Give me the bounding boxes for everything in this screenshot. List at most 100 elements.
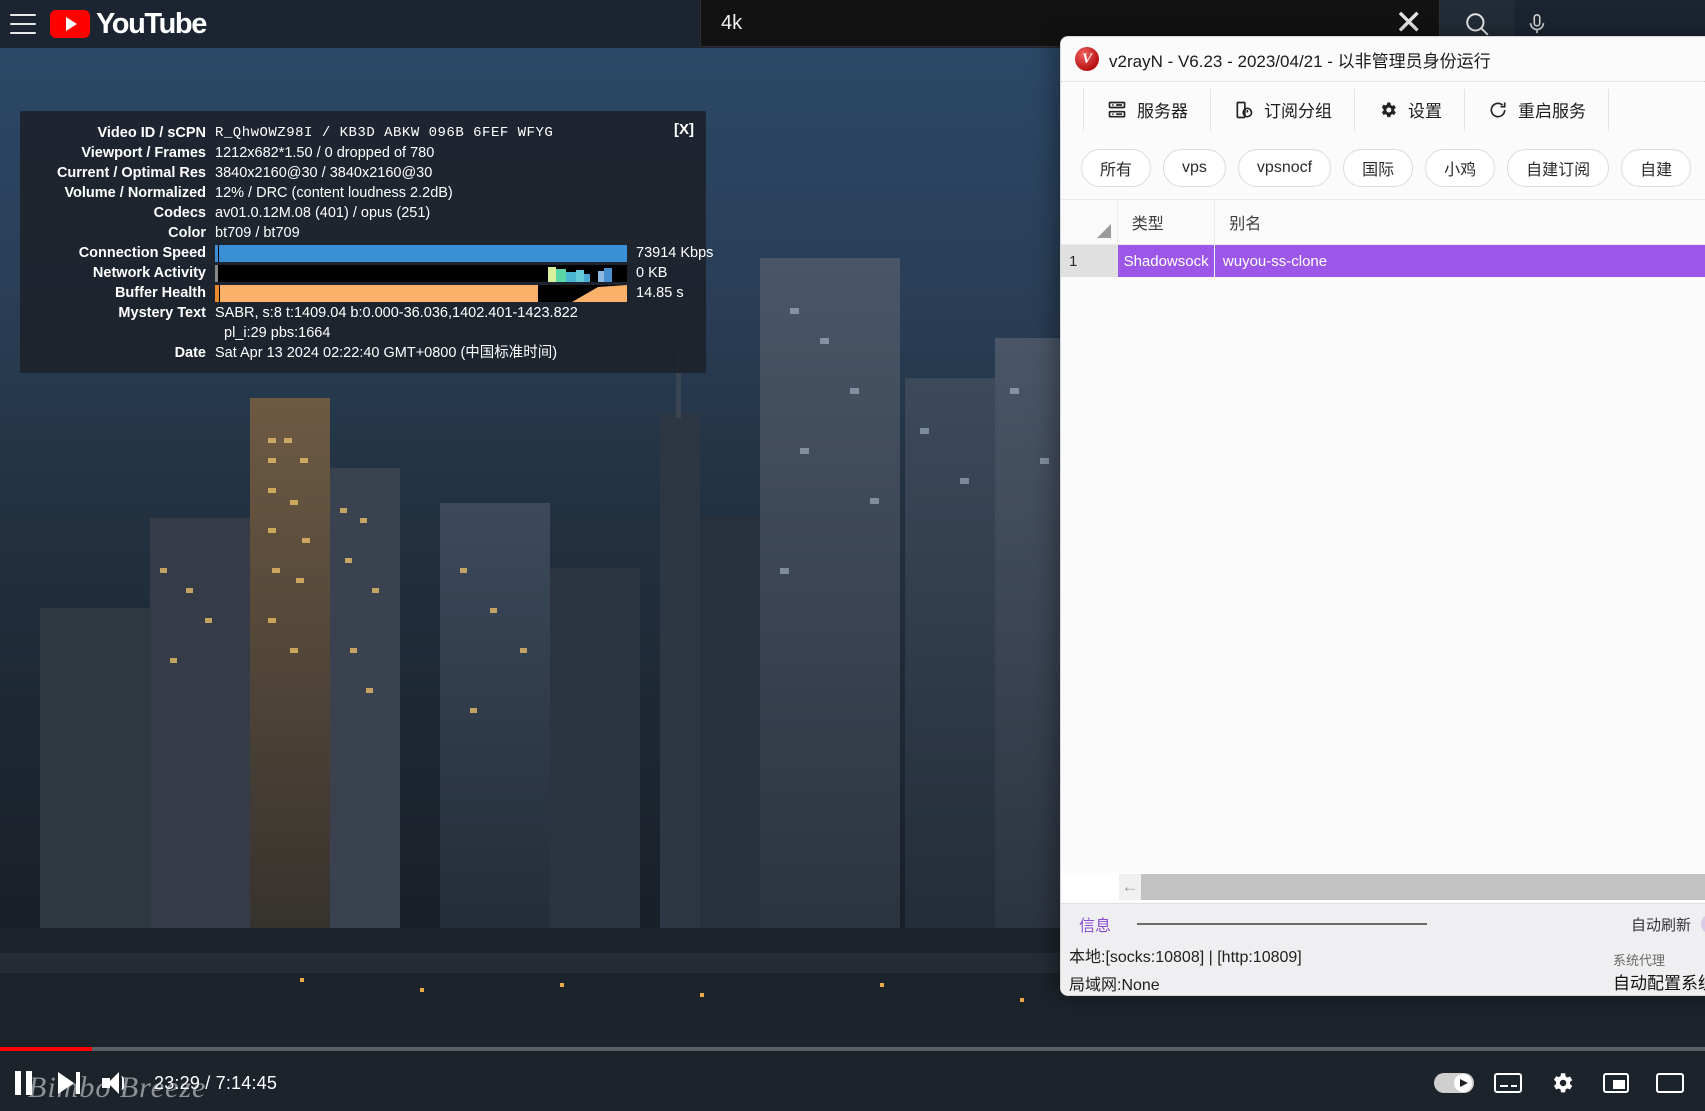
- settings-button[interactable]: [1535, 1060, 1589, 1106]
- v2rayn-logo-icon: V: [1075, 47, 1099, 71]
- miniplayer-icon: [1603, 1073, 1629, 1093]
- network-activity-graph: [215, 265, 627, 282]
- toolbar-label: 重启服务: [1518, 97, 1586, 122]
- lan-proxy-line: 局域网:None: [1061, 972, 1705, 996]
- chip-vps[interactable]: vps: [1163, 149, 1226, 187]
- stat-value: 3840x2160@30 / 3840x2160@30: [215, 163, 432, 183]
- stat-label: Viewport / Frames: [30, 143, 215, 163]
- stat-row-network-activity: Network Activity 0 KB: [30, 263, 694, 283]
- horizontal-scrollbar[interactable]: ←: [1061, 873, 1705, 901]
- hamburger-icon[interactable]: [10, 14, 36, 34]
- v2rayn-title-text: v2rayN - V6.23 - 2023/04/21 - 以非管理员身份运行: [1109, 47, 1491, 72]
- autoplay-toggle[interactable]: [1427, 1060, 1481, 1106]
- chip-international[interactable]: 国际: [1343, 149, 1413, 187]
- chip-all[interactable]: 所有: [1081, 149, 1151, 187]
- youtube-logo[interactable]: YouTube: [50, 8, 206, 41]
- player-controls: 23:29 / 7:14:45: [0, 1055, 1705, 1111]
- v2rayn-status-area: 信息 自动刷新 本地:[socks:10808] | [http:10809] …: [1061, 903, 1705, 995]
- stat-value: R_QhwOWZ98I / KB3D ABKW 096B 6FEF WFYG: [215, 123, 553, 143]
- server-table: 类型 别名 1 Shadowsock wuyou-ss-clone: [1061, 199, 1705, 277]
- chip-xiaoji[interactable]: 小鸡: [1425, 149, 1495, 187]
- column-header-index[interactable]: [1061, 200, 1118, 244]
- tab-info[interactable]: 信息: [1069, 912, 1121, 936]
- table-header-row: 类型 别名: [1061, 199, 1705, 245]
- volume-icon: [102, 1072, 128, 1094]
- toolbar-item-settings[interactable]: 设置: [1355, 89, 1465, 131]
- stat-label: Network Activity: [30, 263, 215, 283]
- row-alias: wuyou-ss-clone: [1215, 245, 1705, 277]
- connection-speed-value: 73914 Kbps: [636, 243, 713, 263]
- auto-refresh-toggle[interactable]: [1701, 914, 1705, 934]
- chip-vpsnocf[interactable]: vpsnocf: [1238, 149, 1331, 187]
- local-proxy-line: 本地:[socks:10808] | [http:10809]: [1061, 944, 1705, 972]
- search-input[interactable]: [721, 12, 1361, 35]
- stat-label: Connection Speed: [30, 243, 215, 263]
- stat-label: Color: [30, 223, 215, 243]
- autoplay-icon: [1434, 1072, 1474, 1094]
- theater-mode-icon: [1656, 1073, 1684, 1093]
- stat-row-connection-speed: Connection Speed 73914 Kbps: [30, 243, 694, 263]
- stat-value: 12% / DRC (content loudness 2.2dB): [215, 183, 453, 203]
- auto-refresh-label: 自动刷新: [1631, 914, 1691, 935]
- mystery-text-line2: pl_i:29 pbs:1664: [30, 323, 694, 343]
- search-icon: [1464, 11, 1490, 37]
- column-header-alias[interactable]: 别名: [1215, 200, 1705, 244]
- stat-value: 1212x682*1.50 / 0 dropped of 780: [215, 143, 434, 163]
- group-filter-chips: 所有 vps vpsnocf 国际 小鸡 自建订阅 自建: [1061, 137, 1705, 199]
- toolbar-item-restart-service[interactable]: 重启服务: [1465, 89, 1609, 131]
- stat-row: Codecs av01.0.12M.08 (401) / opus (251): [30, 203, 694, 223]
- chip-self-subscription[interactable]: 自建订阅: [1507, 149, 1609, 187]
- buffer-health-graph: [215, 285, 627, 302]
- toolbar-label: 订阅分组: [1264, 97, 1332, 122]
- table-row[interactable]: 1 Shadowsock wuyou-ss-clone: [1061, 245, 1705, 277]
- auto-refresh-control[interactable]: 自动刷新: [1631, 914, 1705, 935]
- theater-mode-button[interactable]: [1643, 1060, 1697, 1106]
- clear-search-icon[interactable]: ✕: [1395, 6, 1424, 40]
- player-controls-right: [1427, 1060, 1705, 1106]
- tab-underline: [1137, 923, 1427, 925]
- subtitles-icon: [1494, 1073, 1522, 1093]
- stat-row: Video ID / sCPN R_QhwOWZ98I / KB3D ABKW …: [30, 123, 694, 143]
- v2rayn-toolbar: 服务器 订阅分组 设置 重启服务: [1061, 81, 1705, 137]
- stat-value: av01.0.12M.08 (401) / opus (251): [215, 203, 430, 223]
- stat-row-buffer-health: Buffer Health 14.85 s: [30, 283, 694, 303]
- v2rayn-window[interactable]: V v2rayN - V6.23 - 2023/04/21 - 以非管理员身份运…: [1060, 36, 1705, 996]
- stat-row-date: Date Sat Apr 13 2024 02:22:40 GMT+0800 (…: [30, 343, 694, 363]
- next-video-button[interactable]: [46, 1060, 92, 1106]
- video-progress-played: [0, 1047, 92, 1051]
- pause-icon: [15, 1071, 32, 1095]
- stats-for-nerds-panel: [X] Video ID / sCPN R_QhwOWZ98I / KB3D A…: [20, 111, 706, 373]
- stat-label: Volume / Normalized: [30, 183, 215, 203]
- stats-close-button[interactable]: [X]: [674, 121, 694, 138]
- scroll-left-arrow-icon[interactable]: ←: [1119, 874, 1141, 900]
- toolbar-item-subscriptions[interactable]: 订阅分组: [1211, 89, 1355, 131]
- buffer-health-value: 14.85 s: [636, 283, 684, 303]
- subtitles-button[interactable]: [1481, 1060, 1535, 1106]
- stat-row-mystery-text: Mystery Text SABR, s:8 t:1409.04 b:0.000…: [30, 303, 694, 323]
- pause-button[interactable]: [0, 1060, 46, 1106]
- video-progress-bar[interactable]: [0, 1047, 1705, 1051]
- gear-icon: [1549, 1070, 1575, 1096]
- stat-row: Volume / Normalized 12% / DRC (content l…: [30, 183, 694, 203]
- gear-icon: [1377, 99, 1399, 121]
- connection-speed-graph: [215, 245, 627, 262]
- date-value: Sat Apr 13 2024 02:22:40 GMT+0800 (中国标准时…: [215, 343, 557, 363]
- time-display: 23:29 / 7:14:45: [154, 1073, 277, 1094]
- scrollbar-thumb[interactable]: [1141, 874, 1705, 900]
- row-type: Shadowsock: [1118, 245, 1215, 277]
- v2rayn-titlebar[interactable]: V v2rayN - V6.23 - 2023/04/21 - 以非管理员身份运…: [1061, 37, 1705, 81]
- volume-button[interactable]: [92, 1060, 138, 1106]
- stat-row: Current / Optimal Res 3840x2160@30 / 384…: [30, 163, 694, 183]
- row-index: 1: [1061, 245, 1118, 277]
- system-proxy-control[interactable]: 系统代理 自动配置系统代理: [1613, 950, 1705, 994]
- stat-value: bt709 / bt709: [215, 223, 300, 243]
- miniplayer-button[interactable]: [1589, 1060, 1643, 1106]
- column-header-type[interactable]: 类型: [1118, 200, 1215, 244]
- stat-label: Date: [30, 343, 215, 363]
- restart-icon: [1487, 99, 1509, 121]
- network-activity-value: 0 KB: [636, 263, 667, 283]
- chip-self[interactable]: 自建: [1621, 149, 1691, 187]
- toolbar-item-servers[interactable]: 服务器: [1083, 89, 1211, 131]
- system-proxy-value[interactable]: 自动配置系统代理: [1613, 969, 1705, 994]
- toolbar-label: 设置: [1408, 97, 1442, 122]
